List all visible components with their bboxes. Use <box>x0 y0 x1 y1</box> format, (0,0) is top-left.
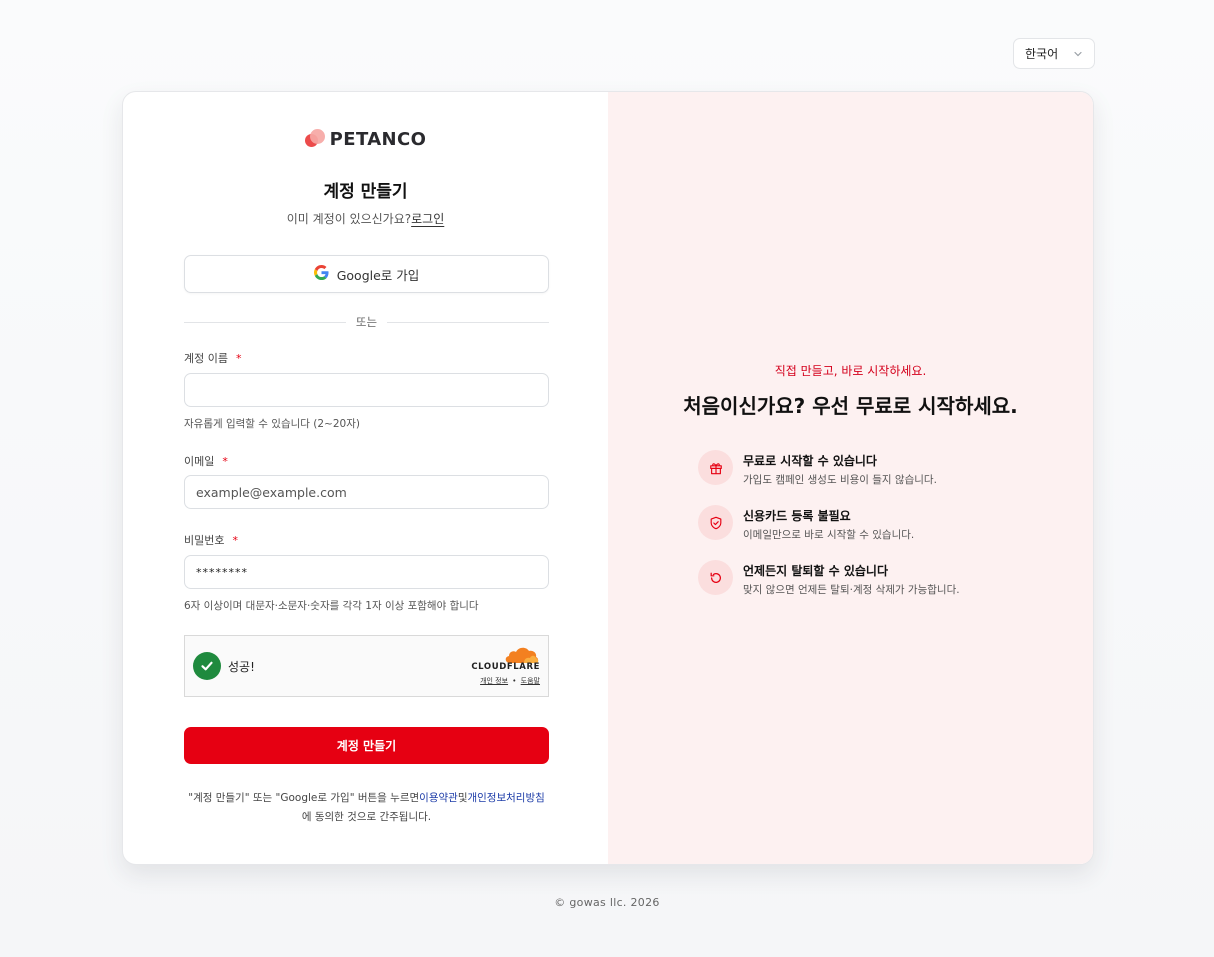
feature-item: 무료로 시작할 수 있습니다 가입도 캠페인 생성도 비용이 들지 않습니다. <box>698 450 937 487</box>
feature-desc: 맞지 않으면 언제든 탈퇴·계정 삭제가 가능합니다. <box>743 584 960 596</box>
check-icon <box>193 652 221 680</box>
feature-title: 언제든지 탈퇴할 수 있습니다 <box>743 564 889 578</box>
promo-panel: 직접 만들고, 바로 시작하세요. 처음이신가요? 우선 무료로 시작하세요. … <box>608 92 1093 864</box>
captcha-help-link[interactable]: 도움말 <box>521 677 540 685</box>
signup-panel: PETANCO 계정 만들기 이미 계정이 있으신가요?로그인 Google로 … <box>123 92 608 864</box>
feature-desc: 가입도 캠페인 생성도 비용이 들지 않습니다. <box>743 474 937 486</box>
email-placeholder: example@example.com <box>196 484 347 500</box>
language-select-value: 한국어 <box>1025 47 1059 61</box>
brand-name: PETANCO <box>329 128 427 150</box>
password-hint: 6자 이상이며 대문자·소문자·숫자를 각각 1자 이상 포함해야 합니다 <box>184 600 479 612</box>
google-icon <box>313 265 329 283</box>
shield-check-icon <box>698 505 733 540</box>
terms-notice: "계정 만들기" 또는 "Google로 가입" 버튼을 누르면이용약관및개인정… <box>188 792 545 823</box>
captcha-link-separator: • <box>512 677 517 685</box>
logo-mark-icon <box>304 128 327 150</box>
email-label: 이메일 * <box>184 455 228 468</box>
have-account-text: 이미 계정이 있으신가요? <box>286 212 412 226</box>
feature-item: 신용카드 등록 불필요 이메일만으로 바로 시작할 수 있습니다. <box>698 505 914 542</box>
footer-copyright: © gowas llc. 2026 <box>554 896 660 909</box>
password-label: 비밀번호 * <box>184 534 238 547</box>
feature-desc: 이메일만으로 바로 시작할 수 있습니다. <box>743 529 915 541</box>
required-mark: * <box>222 455 228 468</box>
promo-title: 처음이신가요? 우선 무료로 시작하세요. <box>683 394 1018 418</box>
terms-link[interactable]: 이용약관 <box>419 792 458 804</box>
email-field[interactable]: example@example.com <box>184 475 549 509</box>
password-value: ******** <box>196 565 248 579</box>
feature-title: 신용카드 등록 불필요 <box>743 509 851 523</box>
brand-logo: PETANCO <box>123 128 608 150</box>
cloudflare-wordmark: CLOUDFLARE <box>471 662 540 672</box>
account-name-label: 계정 이름 * <box>184 352 242 365</box>
captcha-widget[interactable]: 성공! CLOUDFLARE 개인 정보 • 도움말 <box>184 635 549 697</box>
login-link[interactable]: 로그인 <box>411 212 444 226</box>
create-account-button[interactable]: 계정 만들기 <box>184 727 549 764</box>
language-select[interactable]: 한국어 <box>1013 38 1095 69</box>
account-name-hint: 자유롭게 입력할 수 있습니다 (2~20자) <box>184 418 360 430</box>
login-prompt: 이미 계정이 있으신가요?로그인 <box>123 210 608 227</box>
google-signup-button[interactable]: Google로 가입 <box>184 255 549 293</box>
feature-title: 무료로 시작할 수 있습니다 <box>743 454 877 468</box>
captcha-privacy-link[interactable]: 개인 정보 <box>480 677 508 685</box>
chevron-down-icon <box>1072 48 1084 60</box>
signup-card: PETANCO 계정 만들기 이미 계정이 있으신가요?로그인 Google로 … <box>122 91 1094 865</box>
page-title: 계정 만들기 <box>323 182 408 202</box>
google-signup-label: Google로 가입 <box>336 267 420 283</box>
gift-icon <box>698 450 733 485</box>
captcha-status: 성공! <box>228 659 255 674</box>
rotate-icon <box>698 560 733 595</box>
account-name-input[interactable] <box>184 373 549 407</box>
promo-eyebrow: 직접 만들고, 바로 시작하세요. <box>774 364 927 378</box>
privacy-policy-link[interactable]: 개인정보처리방침 <box>467 792 544 804</box>
required-mark: * <box>232 534 238 547</box>
cloudflare-branding: CLOUDFLARE 개인 정보 • 도움말 <box>471 646 540 686</box>
divider-text: 또는 <box>355 315 378 329</box>
or-divider: 또는 <box>184 314 550 330</box>
feature-item: 언제든지 탈퇴할 수 있습니다 맞지 않으면 언제든 탈퇴·계정 삭제가 가능합… <box>698 560 960 597</box>
required-mark: * <box>235 352 242 365</box>
password-field[interactable]: ******** <box>184 555 549 589</box>
